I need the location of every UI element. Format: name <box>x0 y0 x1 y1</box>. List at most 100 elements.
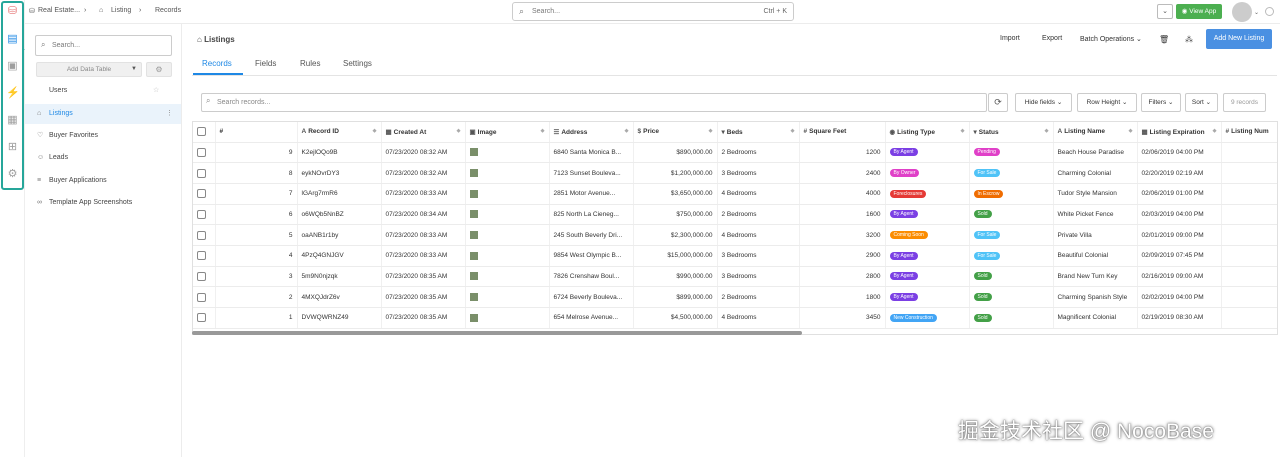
listing-name-cell[interactable]: Charming Spanish Style <box>1053 286 1138 308</box>
select-all-checkbox[interactable] <box>193 122 216 143</box>
hierarchy-icon[interactable]: ⊞ <box>6 141 19 153</box>
listing-expiration-cell[interactable]: 02/06/2019 01:00 PM <box>1137 183 1222 205</box>
sidebar-item-buyer-applications[interactable]: ≡ Buyer Applications <box>25 171 181 191</box>
global-search-input[interactable]: ⌕ Search... Ctrl + K <box>512 2 794 21</box>
number-cell[interactable]: 8 <box>215 162 298 184</box>
square-feet-cell[interactable]: 3200 <box>799 224 886 246</box>
address-cell[interactable]: 7826 Crenshaw Boul... <box>549 266 634 288</box>
created-at-cell[interactable]: 07/23/2020 08:33 AM <box>381 245 466 267</box>
address-cell[interactable]: 825 North La Cieneg... <box>549 204 634 226</box>
column-header-listing-type[interactable]: ◆ ◉ Listing Type <box>885 122 970 143</box>
listing-type-cell[interactable]: By Owner <box>885 162 970 184</box>
table-row[interactable]: 4 4PzQ4GNJGV 07/23/2020 08:33 AM 9854 West … <box>193 245 1277 267</box>
status-cell[interactable]: Sold <box>969 286 1054 308</box>
import-button[interactable]: Import <box>1000 35 1020 42</box>
price-cell[interactable]: $1,200,000.00 <box>633 162 718 184</box>
address-cell[interactable]: 245 South Beverly Dri... <box>549 224 634 246</box>
created-at-cell[interactable]: 07/23/2020 08:32 AM <box>381 162 466 184</box>
listing-number-cell[interactable] <box>1221 204 1277 226</box>
beds-cell[interactable]: 2 Bedrooms <box>717 142 800 164</box>
price-cell[interactable]: $3,650,000.00 <box>633 183 718 205</box>
address-cell[interactable]: 654 Melrose Avenue... <box>549 307 634 329</box>
created-at-cell[interactable]: 07/23/2020 08:34 AM <box>381 204 466 226</box>
row-checkbox[interactable] <box>197 313 206 323</box>
row-checkbox[interactable] <box>197 168 206 178</box>
listing-type-cell[interactable]: By Agent <box>885 286 970 308</box>
tab-rules[interactable]: Rules <box>300 59 320 68</box>
status-cell[interactable]: Sold <box>969 204 1054 226</box>
created-at-cell[interactable]: 07/23/2020 08:33 AM <box>381 224 466 246</box>
column-header-listing-name[interactable]: ◆ A Listing Name <box>1053 122 1138 143</box>
listing-name-cell[interactable]: Brand New Turn Key <box>1053 266 1138 288</box>
sidebar-item-leads[interactable]: ☺ Leads <box>25 148 181 168</box>
number-cell[interactable]: 2 <box>215 286 298 308</box>
listing-number-cell[interactable] <box>1221 224 1277 246</box>
record-id-cell[interactable]: DVWQWRNZ49 <box>297 307 382 329</box>
listing-name-cell[interactable]: Magnificent Colonial <box>1053 307 1138 329</box>
listing-name-cell[interactable]: Beautiful Colonial <box>1053 245 1138 267</box>
listing-expiration-cell[interactable]: 02/01/2019 09:00 PM <box>1137 224 1222 246</box>
table-row[interactable]: 8 eykNOvrDY3 07/23/2020 08:32 AM 7123 Sunse… <box>193 162 1277 184</box>
image-cell[interactable] <box>465 162 550 184</box>
status-cell[interactable]: Sold <box>969 307 1054 329</box>
table-row[interactable]: 5 oaANB1r1by 07/23/2020 08:33 AM 245 South … <box>193 224 1277 246</box>
column-header-address[interactable]: ◆ ☰ Address <box>549 122 634 143</box>
view-app-button[interactable]: ◉ View App <box>1176 4 1222 19</box>
number-cell[interactable]: 7 <box>215 183 298 205</box>
price-cell[interactable]: $890,000.00 <box>633 142 718 164</box>
listing-type-cell[interactable]: New Construction <box>885 307 970 329</box>
image-cell[interactable] <box>465 307 550 329</box>
column-header-listing-number[interactable]: # Listing Num <box>1221 122 1277 143</box>
listing-expiration-cell[interactable]: 02/02/2019 04:00 PM <box>1137 286 1222 308</box>
table-row[interactable]: 2 4MXQJdrZ6v 07/23/2020 08:35 AM 6724 Bever… <box>193 286 1277 308</box>
gear-icon[interactable]: ⚙ <box>146 62 172 77</box>
select-cell[interactable] <box>193 245 216 267</box>
listing-name-cell[interactable]: Tudor Style Mansion <box>1053 183 1138 205</box>
tab-records[interactable]: Records <box>202 59 232 68</box>
listing-name-cell[interactable]: White Picket Fence <box>1053 204 1138 226</box>
automation-icon[interactable]: ⚡ <box>6 87 20 99</box>
image-cell[interactable] <box>465 266 550 288</box>
beds-cell[interactable]: 3 Bedrooms <box>717 266 800 288</box>
horizontal-scrollbar[interactable] <box>192 331 802 335</box>
listing-number-cell[interactable] <box>1221 286 1277 308</box>
record-id-cell[interactable]: 5m9N0njzqk <box>297 266 382 288</box>
beds-cell[interactable]: 4 Bedrooms <box>717 183 800 205</box>
sidebar-item-template-app-screenshots[interactable]: ∞ Template App Screenshots <box>25 193 181 213</box>
beds-cell[interactable]: 4 Bedrooms <box>717 307 800 329</box>
tab-settings[interactable]: Settings <box>343 59 372 68</box>
document-icon[interactable]: ▣ <box>6 60 19 72</box>
more-icon[interactable]: ⋮ <box>166 104 173 124</box>
listing-image-thumbnail[interactable] <box>469 210 478 219</box>
row-checkbox[interactable] <box>197 147 206 157</box>
help-icon[interactable] <box>1265 7 1274 16</box>
sort-icon[interactable]: ◆ <box>1213 128 1217 134</box>
beds-cell[interactable]: 4 Bedrooms <box>717 224 800 246</box>
address-cell[interactable]: 2851 Motor Avenue... <box>549 183 634 205</box>
beds-cell[interactable]: 3 Bedrooms <box>717 245 800 267</box>
square-feet-cell[interactable]: 1800 <box>799 286 886 308</box>
sort-icon[interactable]: ◆ <box>961 128 965 134</box>
listing-expiration-cell[interactable]: 02/19/2019 08:30 AM <box>1137 307 1222 329</box>
record-id-cell[interactable]: o6WQb5NnBZ <box>297 204 382 226</box>
listing-type-cell[interactable]: By Agent <box>885 204 970 226</box>
status-cell[interactable]: For Sale <box>969 245 1054 267</box>
table-row[interactable]: 3 5m9N0njzqk 07/23/2020 08:35 AM 7826 Crens… <box>193 266 1277 288</box>
listing-image-thumbnail[interactable] <box>469 251 478 260</box>
hide-fields-button[interactable]: Hide fields ⌄ <box>1015 93 1072 112</box>
trash-icon[interactable]: 🗑 <box>1159 35 1169 44</box>
sort-icon[interactable]: ◆ <box>625 128 629 134</box>
select-cell[interactable] <box>193 266 216 288</box>
price-cell[interactable]: $15,000,000.00 <box>633 245 718 267</box>
address-cell[interactable]: 7123 Sunset Bouleva... <box>549 162 634 184</box>
price-cell[interactable]: $4,500,000.00 <box>633 307 718 329</box>
listing-expiration-cell[interactable]: 02/20/2019 02:19 AM <box>1137 162 1222 184</box>
sort-icon[interactable]: ◆ <box>457 128 461 134</box>
square-feet-cell[interactable]: 3450 <box>799 307 886 329</box>
number-cell[interactable]: 4 <box>215 245 298 267</box>
row-checkbox[interactable] <box>197 209 206 219</box>
listing-expiration-cell[interactable]: 02/16/2019 09:00 AM <box>1137 266 1222 288</box>
select-cell[interactable] <box>193 286 216 308</box>
beds-cell[interactable]: 3 Bedrooms <box>717 162 800 184</box>
listing-type-cell[interactable]: By Agent <box>885 142 970 164</box>
